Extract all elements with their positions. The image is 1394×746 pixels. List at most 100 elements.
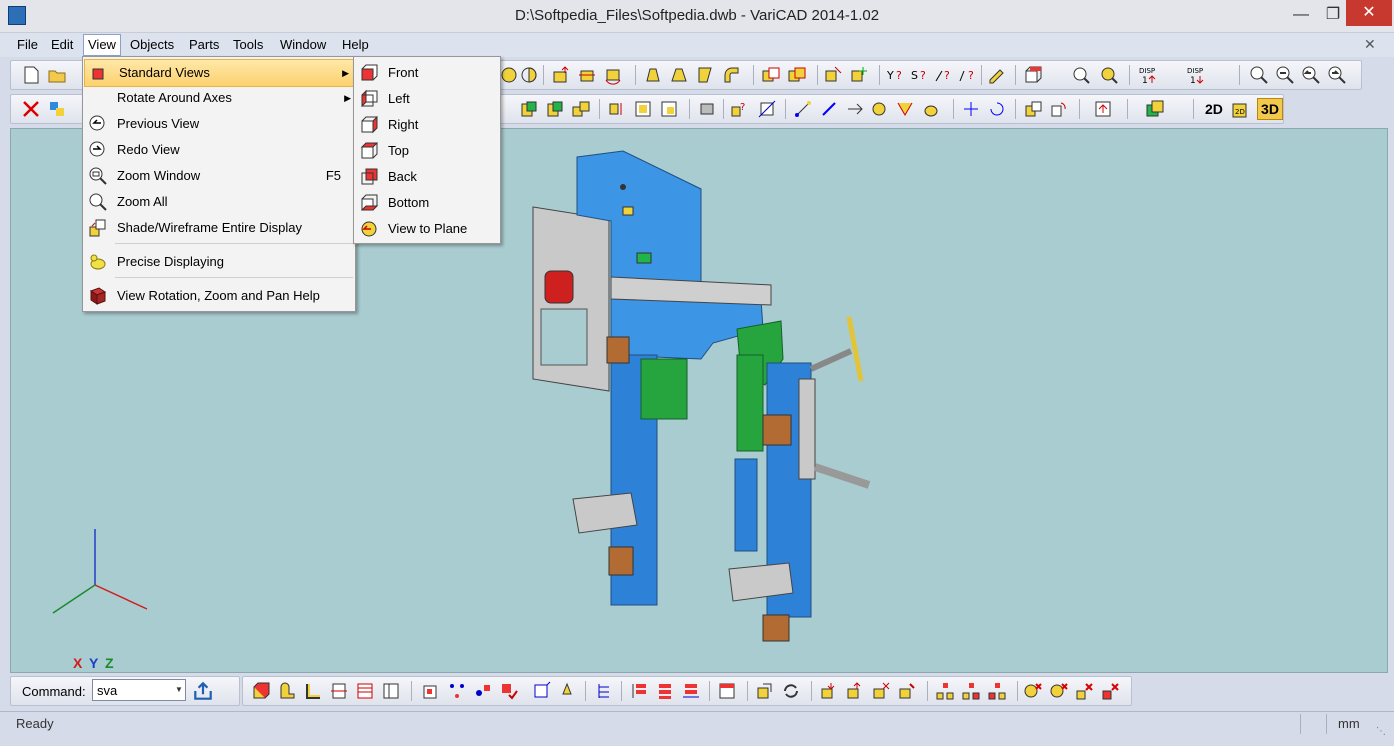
coordinate-icon[interactable] bbox=[961, 99, 981, 119]
array-icon[interactable] bbox=[633, 99, 653, 119]
pyramid-icon[interactable] bbox=[643, 65, 663, 85]
chevron-down-icon[interactable]: ▼ bbox=[172, 680, 186, 700]
menu-objects[interactable]: Objects bbox=[126, 36, 178, 54]
new-file-icon[interactable] bbox=[21, 65, 41, 85]
shade-toggle-icon[interactable] bbox=[1023, 99, 1043, 119]
check-angle-icon[interactable]: ? bbox=[933, 65, 953, 85]
prism-icon[interactable] bbox=[669, 65, 689, 85]
mode-2d3d-icon[interactable]: 2D bbox=[1231, 99, 1251, 119]
delete-b-icon[interactable] bbox=[1049, 681, 1069, 701]
assembly-c-icon[interactable] bbox=[473, 681, 493, 701]
pipe-bend-icon[interactable] bbox=[721, 65, 741, 85]
delete-icon[interactable] bbox=[21, 99, 41, 119]
close-window-icon[interactable]: ✕ bbox=[1346, 0, 1392, 26]
submenu-item-top[interactable]: Top bbox=[354, 138, 500, 164]
submenu-item-left[interactable]: Left bbox=[354, 86, 500, 112]
group-a-icon[interactable] bbox=[935, 681, 955, 701]
solid-icon[interactable] bbox=[499, 65, 519, 85]
assembly-move-icon[interactable] bbox=[531, 681, 551, 701]
wedge-icon[interactable] bbox=[695, 65, 715, 85]
constraint-f-icon[interactable] bbox=[921, 99, 941, 119]
boolean-add-icon[interactable] bbox=[761, 65, 781, 85]
insert-part-icon[interactable] bbox=[519, 99, 539, 119]
zoom-out-icon[interactable] bbox=[1275, 65, 1295, 85]
mode-2d-button[interactable]: 2D bbox=[1205, 101, 1223, 117]
assembly-fill-icon[interactable] bbox=[557, 681, 577, 701]
menu-item-previous-view[interactable]: Previous View bbox=[83, 111, 355, 137]
constraint-a-icon[interactable] bbox=[793, 99, 813, 119]
refresh-icon[interactable] bbox=[1049, 99, 1069, 119]
check-dist-icon[interactable]: ? bbox=[957, 65, 977, 85]
section-b-icon[interactable] bbox=[355, 681, 375, 701]
resize-grip-icon[interactable]: ⋱ bbox=[1376, 726, 1390, 740]
submenu-item-view-to-plane[interactable]: View to Plane bbox=[354, 216, 500, 242]
half-solid-icon[interactable] bbox=[519, 65, 539, 85]
insert-copy-icon[interactable] bbox=[545, 99, 565, 119]
bom-table-icon[interactable] bbox=[717, 681, 737, 701]
check-y-icon[interactable]: Y? bbox=[885, 65, 905, 85]
extrusion-icon[interactable] bbox=[303, 681, 323, 701]
group-b-icon[interactable] bbox=[961, 681, 981, 701]
constraint-b-icon[interactable] bbox=[819, 99, 839, 119]
box-icon[interactable] bbox=[251, 681, 271, 701]
tree-icon[interactable] bbox=[595, 681, 615, 701]
delete-a-icon[interactable] bbox=[1023, 681, 1043, 701]
open-file-icon[interactable] bbox=[47, 65, 67, 85]
reset-view-icon[interactable] bbox=[987, 99, 1007, 119]
solid-color-icon[interactable] bbox=[1023, 65, 1043, 85]
check-s-icon[interactable]: S? bbox=[909, 65, 929, 85]
zoom-next-icon[interactable] bbox=[1327, 65, 1347, 85]
move-up-icon[interactable] bbox=[551, 65, 571, 85]
command-export-icon[interactable] bbox=[192, 680, 214, 702]
menu-item-zoom-all[interactable]: Zoom All bbox=[83, 189, 355, 215]
section-c-icon[interactable] bbox=[381, 681, 401, 701]
menu-item-zoom-window[interactable]: Zoom Window F5 bbox=[83, 163, 355, 189]
constraint-e-icon[interactable] bbox=[895, 99, 915, 119]
menu-item-view-help[interactable]: View Rotation, Zoom and Pan Help bbox=[83, 283, 355, 309]
pencil-icon[interactable] bbox=[987, 65, 1007, 85]
menu-tools[interactable]: Tools bbox=[229, 36, 267, 54]
minimize-icon[interactable]: — bbox=[1284, 4, 1318, 26]
delete-d-icon[interactable] bbox=[1101, 681, 1121, 701]
link-b-icon[interactable] bbox=[845, 681, 865, 701]
menu-edit[interactable]: Edit bbox=[47, 36, 77, 54]
display-up-icon[interactable]: DISP1 bbox=[1139, 65, 1159, 85]
group-icon[interactable] bbox=[571, 99, 591, 119]
constraint-d-icon[interactable] bbox=[869, 99, 889, 119]
menu-item-shade-wireframe[interactable]: Shade/Wireframe Entire Display bbox=[83, 215, 355, 241]
menu-view[interactable]: View bbox=[83, 34, 121, 56]
submenu-item-bottom[interactable]: Bottom bbox=[354, 190, 500, 216]
layers-icon[interactable] bbox=[1145, 99, 1165, 119]
rotated-profile-icon[interactable] bbox=[277, 681, 297, 701]
transform-solid-icon[interactable] bbox=[849, 65, 869, 85]
rotate-icon[interactable] bbox=[603, 65, 623, 85]
menu-item-precise-displaying[interactable]: Precise Displaying bbox=[83, 249, 355, 275]
menu-window[interactable]: Window bbox=[276, 36, 330, 54]
move-icon[interactable] bbox=[577, 65, 597, 85]
query-icon[interactable]: ? bbox=[729, 99, 749, 119]
zoom-previous-icon[interactable] bbox=[1301, 65, 1321, 85]
document-close-icon[interactable]: ✕ bbox=[1364, 36, 1376, 53]
bom-c-icon[interactable] bbox=[681, 681, 701, 701]
menu-help[interactable]: Help bbox=[338, 36, 373, 54]
zoom-all-small-icon[interactable] bbox=[1099, 65, 1119, 85]
submenu-item-front[interactable]: Front bbox=[354, 60, 500, 86]
mirror-icon[interactable] bbox=[607, 99, 627, 119]
bom-a-icon[interactable] bbox=[629, 681, 649, 701]
menu-item-standard-views[interactable]: Standard Views ▶ bbox=[84, 59, 354, 87]
assembly-b-icon[interactable] bbox=[447, 681, 467, 701]
submenu-item-right[interactable]: Right bbox=[354, 112, 500, 138]
menu-item-rotate-around-axes[interactable]: Rotate Around Axes ▶ bbox=[83, 85, 355, 111]
export-icon[interactable] bbox=[1093, 99, 1113, 119]
scale-icon[interactable] bbox=[659, 99, 679, 119]
mode-3d-button[interactable]: 3D bbox=[1257, 98, 1283, 120]
measure-icon[interactable] bbox=[757, 99, 777, 119]
bom-b-icon[interactable] bbox=[655, 681, 675, 701]
hide-icon[interactable] bbox=[697, 99, 717, 119]
maximize-icon[interactable]: ❐ bbox=[1316, 4, 1350, 26]
menu-item-redo-view[interactable]: Redo View bbox=[83, 137, 355, 163]
update-icon[interactable] bbox=[755, 681, 775, 701]
link-a-icon[interactable] bbox=[819, 681, 839, 701]
section-a-icon[interactable] bbox=[329, 681, 349, 701]
assembly-check-icon[interactable] bbox=[499, 681, 519, 701]
